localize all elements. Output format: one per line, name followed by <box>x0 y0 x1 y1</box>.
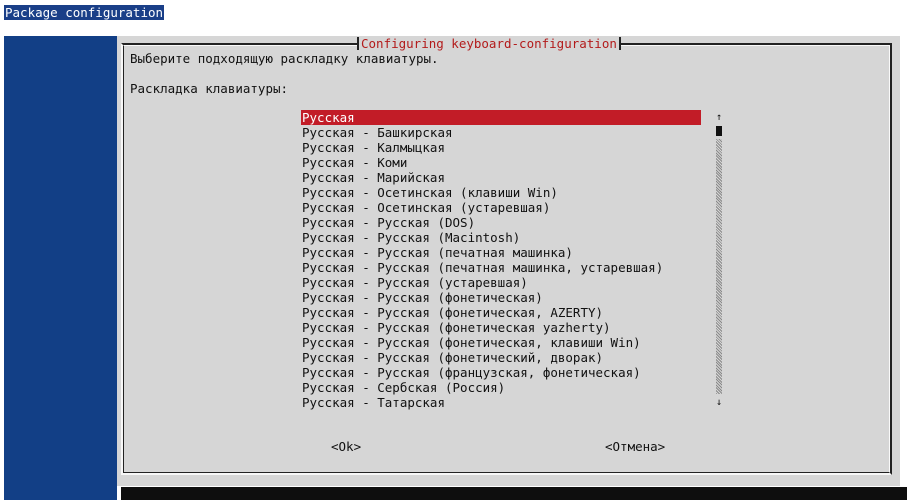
list-item[interactable]: Русская - Русская (фонетическая, AZERTY) <box>301 305 701 320</box>
list-item[interactable]: Русская - Марийская <box>301 170 701 185</box>
list-scrollbar[interactable]: ↑ ↓ <box>715 110 723 410</box>
dialog-shadow <box>121 487 907 500</box>
list-item[interactable]: Русская - Осетинская (устаревшая) <box>301 200 701 215</box>
list-item[interactable]: Русская - Татарская <box>301 395 701 410</box>
scroll-down-arrow-icon[interactable]: ↓ <box>715 395 723 410</box>
list-item[interactable]: Русская - Русская (французская, фонетиче… <box>301 365 701 380</box>
scroll-thumb[interactable] <box>716 126 722 136</box>
window-title: Package configuration <box>4 5 165 20</box>
list-item[interactable]: Русская - Русская (печатная машинка) <box>301 245 701 260</box>
list-item[interactable]: Русская - Русская (устаревшая) <box>301 275 701 290</box>
layout-list[interactable]: Русская Русская - Башкирская Русская - Кал… <box>301 110 701 410</box>
terminal-screen: Package configuration Configuring keyboa… <box>0 0 907 503</box>
list-item[interactable]: Русская <box>301 110 701 125</box>
list-item[interactable]: Русская - Русская (фонетическая, клавиши… <box>301 335 701 350</box>
cancel-button[interactable]: <Отмена> <box>605 439 665 454</box>
list-item[interactable]: Русская - Русская (фонетический, дворак) <box>301 350 701 365</box>
list-item[interactable]: Русская - Русская (Macintosh) <box>301 230 701 245</box>
config-dialog: Configuring keyboard-configuration Выбер… <box>117 36 900 486</box>
list-item[interactable]: Русская - Башкирская <box>301 125 701 140</box>
list-item[interactable]: Русская - Русская (DOS) <box>301 215 701 230</box>
dialog-prompt: Выберите подходящую раскладку клавиатуры… <box>130 51 439 66</box>
scroll-up-arrow-icon[interactable]: ↑ <box>715 110 723 125</box>
list-item[interactable]: Русская - Осетинская (клавиши Win) <box>301 185 701 200</box>
list-item[interactable]: Русская - Сербская (Россия) <box>301 380 701 395</box>
list-item[interactable]: Русская - Калмыцкая <box>301 140 701 155</box>
scroll-track[interactable] <box>716 139 722 394</box>
list-item[interactable]: Русская - Коми <box>301 155 701 170</box>
ok-button[interactable]: <Ok> <box>331 439 361 454</box>
layout-label: Раскладка клавиатуры: <box>130 81 289 96</box>
list-item[interactable]: Русская - Русская (фонетическая) <box>301 290 701 305</box>
list-item[interactable]: Русская - Русская (фонетическая yazherty… <box>301 320 701 335</box>
dialog-title: Configuring keyboard-configuration <box>357 36 621 51</box>
backdrop <box>4 36 117 500</box>
list-item[interactable]: Русская - Русская (печатная машинка, уст… <box>301 260 701 275</box>
